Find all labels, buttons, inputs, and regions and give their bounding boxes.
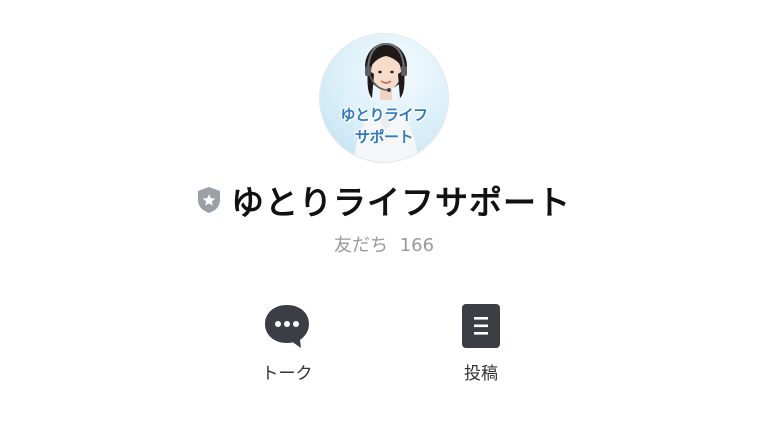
friends-count-row: 友だち 166 [0, 231, 768, 257]
account-name-row: ゆとりライフサポート [0, 178, 768, 222]
talk-button[interactable]: トーク [237, 302, 337, 388]
shield-star-icon [197, 186, 221, 214]
document-icon [457, 302, 505, 350]
posts-button[interactable]: 投稿 [431, 302, 531, 388]
avatar-caption-line2: サポート [354, 128, 414, 146]
speech-bubble-icon [263, 302, 311, 350]
account-profile: ゆとりライフ サポート ゆとりライフサポート 友だち 166 トーク 投稿 [0, 0, 768, 428]
account-name: ゆとりライフサポート [231, 183, 571, 222]
avatar[interactable]: ゆとりライフ サポート [320, 34, 448, 162]
talk-button-label: トーク [261, 364, 313, 384]
avatar-caption-line1: ゆとりライフ [340, 106, 428, 124]
friends-count: 166 [399, 235, 435, 256]
posts-button-label: 投稿 [464, 364, 498, 384]
friends-label: 友だち [333, 235, 388, 256]
